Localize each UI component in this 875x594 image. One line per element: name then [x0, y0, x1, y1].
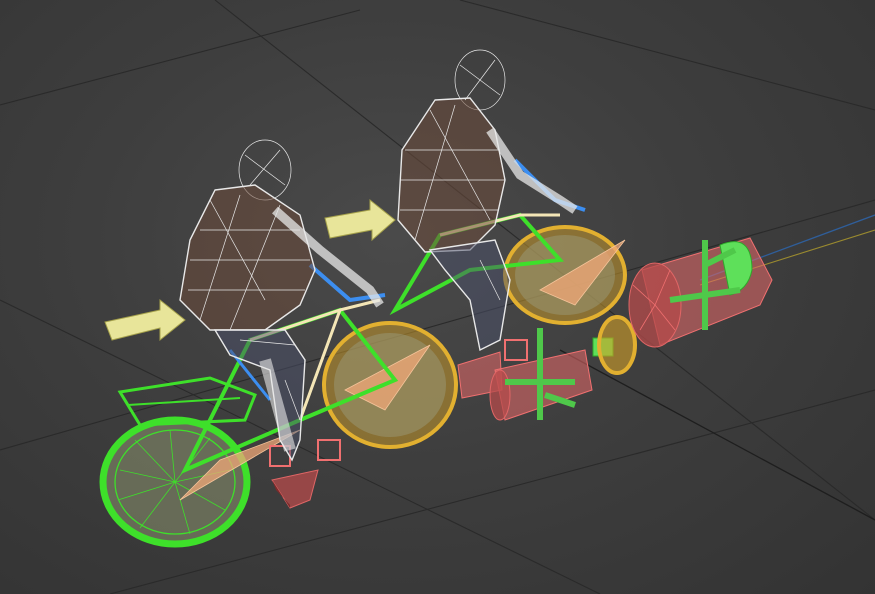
direction-arrow-front-icon[interactable]: [324, 198, 396, 242]
wheel-drum-helper-icon[interactable]: [628, 237, 773, 348]
crank-helper-icon[interactable]: [489, 328, 614, 421]
direction-arrow-rear-icon[interactable]: [104, 298, 186, 342]
gear-sprocket-icon[interactable]: [597, 315, 637, 375]
scene-canvas[interactable]: [0, 0, 875, 594]
3d-viewport[interactable]: [0, 0, 875, 594]
